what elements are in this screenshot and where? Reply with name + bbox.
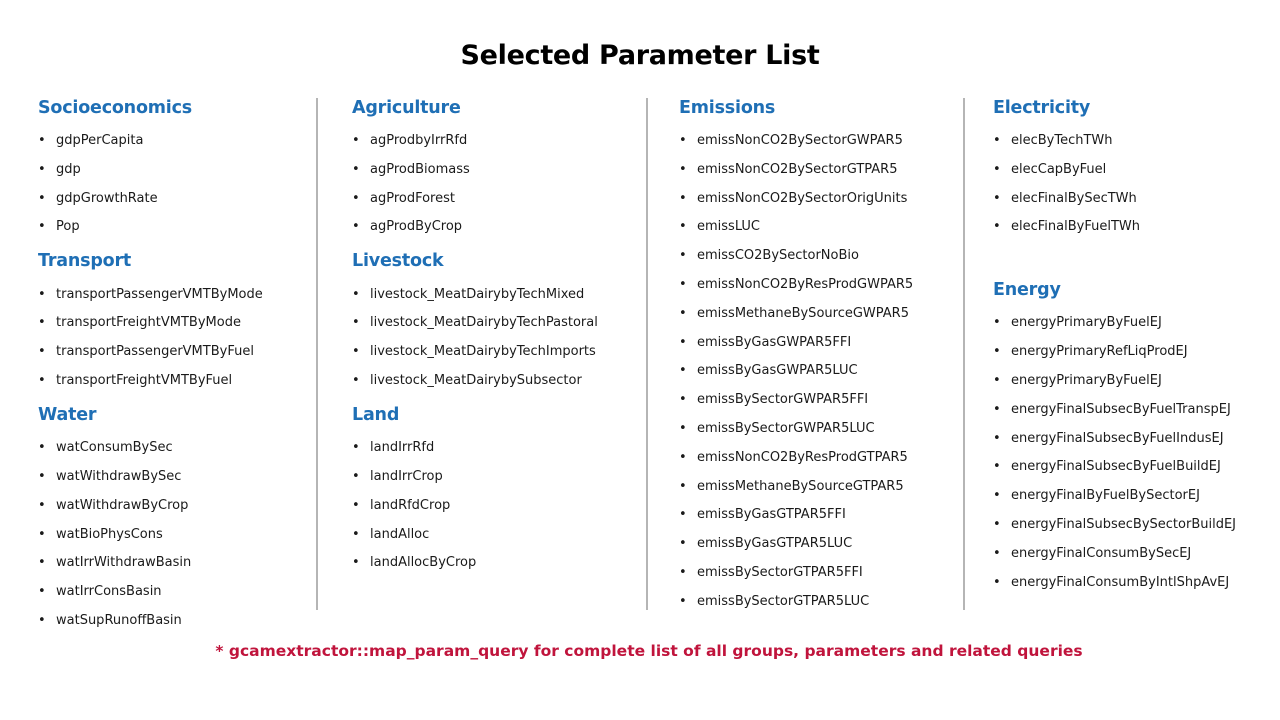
list-item: gdpGrowthRate [38, 191, 158, 207]
section-title-transport: Transport [38, 251, 132, 271]
list-item: watConsumBySec [38, 440, 173, 456]
list-item: landAllocByCrop [352, 555, 476, 571]
list-item: energyPrimaryByFuelEJ [993, 315, 1162, 331]
list-item: livestock_MeatDairybyTechImports [352, 344, 596, 360]
list-item: emissMethaneBySourceGWPAR5 [679, 306, 909, 322]
list-item: emissByGasGTPAR5LUC [679, 536, 852, 552]
list-item: emissNonCO2BySectorGWPAR5 [679, 133, 903, 149]
section-title-livestock: Livestock [352, 251, 444, 271]
list-item: Pop [38, 219, 80, 235]
list-item: transportFreightVMTByMode [38, 315, 241, 331]
list-item: energyPrimaryRefLiqProdEJ [993, 344, 1188, 360]
list-item: elecCapByFuel [993, 162, 1106, 178]
section-title-water: Water [38, 405, 97, 425]
list-item: elecFinalByFuelTWh [993, 219, 1140, 235]
column-divider [646, 98, 648, 610]
footnote: * gcamextractor::map_param_query for com… [215, 642, 1083, 660]
list-item: energyFinalSubsecByFuelBuildEJ [993, 459, 1221, 475]
list-item: transportPassengerVMTByMode [38, 287, 263, 303]
list-item: gdp [38, 162, 81, 178]
list-item: energyFinalConsumByIntlShpAvEJ [993, 575, 1229, 591]
section-title-land: Land [352, 405, 400, 425]
list-item: energyFinalByFuelBySectorEJ [993, 488, 1200, 504]
list-item: emissByGasGWPAR5FFI [679, 335, 851, 351]
list-item: energyFinalSubsecBySectorBuildEJ [993, 517, 1236, 533]
list-item: elecFinalBySecTWh [993, 191, 1137, 207]
list-item: energyFinalSubsecByFuelIndusEJ [993, 431, 1224, 447]
list-item: emissBySectorGTPAR5FFI [679, 565, 863, 581]
list-item: agProdForest [352, 191, 455, 207]
list-item: emissNonCO2BySectorOrigUnits [679, 191, 907, 207]
section-title-agriculture: Agriculture [352, 98, 461, 118]
list-item: transportPassengerVMTByFuel [38, 344, 254, 360]
section-title-electricity: Electricity [993, 98, 1091, 118]
list-item: watWithdrawByCrop [38, 498, 188, 514]
list-item: elecByTechTWh [993, 133, 1113, 149]
list-item: agProdbyIrrRfd [352, 133, 467, 149]
page-title: Selected Parameter List [460, 40, 820, 71]
list-item: watWithdrawBySec [38, 469, 181, 485]
list-item: emissNonCO2BySectorGTPAR5 [679, 162, 897, 178]
list-item: livestock_MeatDairybyTechPastoral [352, 315, 598, 331]
list-item: landAlloc [352, 527, 429, 543]
list-item: emissBySectorGWPAR5LUC [679, 421, 875, 437]
section-title-energy: Energy [993, 280, 1061, 300]
list-item: agProdByCrop [352, 219, 462, 235]
list-item: energyPrimaryByFuelEJ [993, 373, 1162, 389]
list-item: emissBySectorGTPAR5LUC [679, 594, 869, 610]
column-divider [963, 98, 965, 610]
section-title-socioeconomics: Socioeconomics [38, 98, 192, 118]
list-item: watSupRunoffBasin [38, 613, 182, 629]
list-item: energyFinalSubsecByFuelTranspEJ [993, 402, 1231, 418]
list-item: transportFreightVMTByFuel [38, 373, 232, 389]
list-item: emissNonCO2ByResProdGTPAR5 [679, 450, 908, 466]
list-item: livestock_MeatDairybyTechMixed [352, 287, 584, 303]
list-item: landRfdCrop [352, 498, 450, 514]
list-item: gdpPerCapita [38, 133, 143, 149]
section-title-emissions: Emissions [679, 98, 776, 118]
list-item: emissLUC [679, 219, 760, 235]
list-item: emissByGasGWPAR5LUC [679, 363, 858, 379]
list-item: watIrrWithdrawBasin [38, 555, 191, 571]
list-item: agProdBiomass [352, 162, 470, 178]
list-item: energyFinalConsumBySecEJ [993, 546, 1191, 562]
list-item: emissByGasGTPAR5FFI [679, 507, 846, 523]
list-item: livestock_MeatDairybySubsector [352, 373, 582, 389]
list-item: emissBySectorGWPAR5FFI [679, 392, 868, 408]
list-item: landIrrCrop [352, 469, 443, 485]
list-item: watIrrConsBasin [38, 584, 162, 600]
list-item: emissNonCO2ByResProdGWPAR5 [679, 277, 913, 293]
list-item: landIrrRfd [352, 440, 434, 456]
list-item: emissMethaneBySourceGTPAR5 [679, 479, 904, 495]
column-divider [316, 98, 318, 610]
list-item: emissCO2BySectorNoBio [679, 248, 859, 264]
list-item: watBioPhysCons [38, 527, 163, 543]
